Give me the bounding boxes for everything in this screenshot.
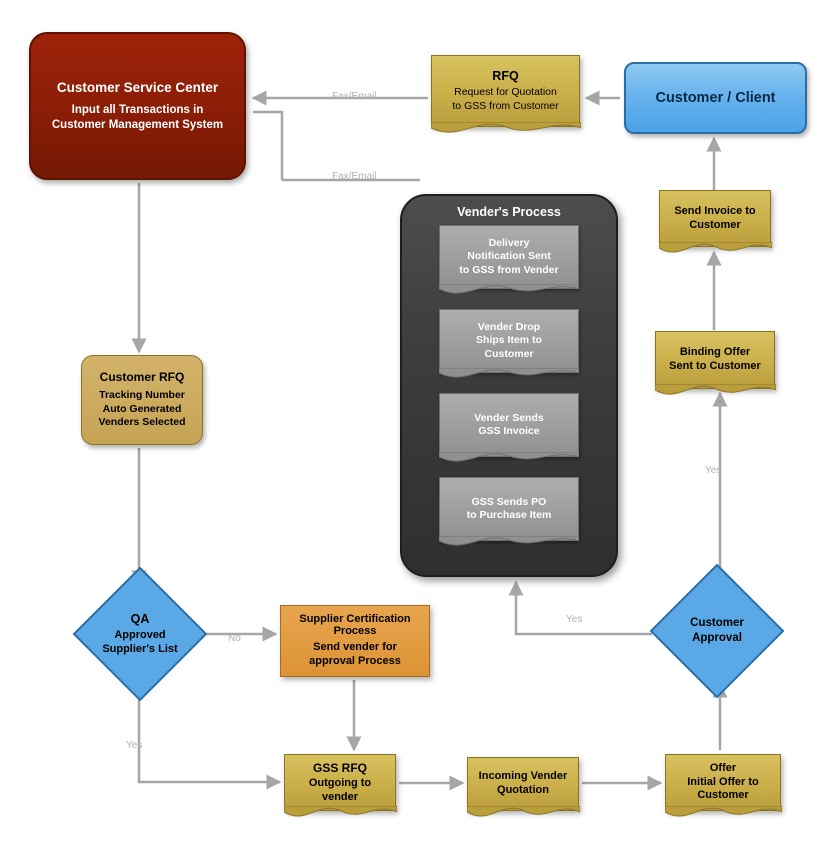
node-rfq[interactable]: RFQ Request for Quotation to GSS from Cu… <box>430 55 581 133</box>
node-body: Input all Transactions in Customer Manag… <box>51 103 224 131</box>
node-supplier-certification[interactable]: Supplier Certification Process Send vend… <box>280 605 430 677</box>
edge-label-qa-yes: Yes <box>126 740 143 751</box>
customer-approval-diamond-shape <box>649 563 785 699</box>
node-customer-rfq[interactable]: Customer RFQ Tracking Number Auto Genera… <box>81 355 203 445</box>
node-body: Send vender for approval Process <box>309 641 401 667</box>
node-customer-service-center[interactable]: Customer Service Center Input all Transa… <box>29 32 246 180</box>
node-send-invoice[interactable]: Send Invoice to Customer <box>658 190 772 253</box>
document-wave-icon <box>439 452 579 462</box>
node-title: RFQ <box>492 69 519 84</box>
vendor-step[interactable]: Vender Sends GSS Invoice <box>439 393 579 462</box>
edge-approval-yes-to-vendor <box>508 580 652 636</box>
node-customer-client[interactable]: Customer / Client <box>624 62 807 134</box>
document-wave-icon <box>439 536 579 546</box>
edge-qa-yes-to-gss-rfq <box>137 684 282 790</box>
node-binding-offer[interactable]: Binding Offer Sent to Customer <box>654 331 776 395</box>
vendor-step-label: Vender Sends GSS Invoice <box>474 411 544 437</box>
edge-label-fax-email-bottom: Fax/Email <box>332 171 377 182</box>
node-title: Supplier Certification Process <box>299 613 411 638</box>
document-wave-icon <box>664 806 782 817</box>
edge-label-approval-yes-up: Yes <box>705 465 722 476</box>
document-wave-icon <box>439 368 579 378</box>
document-wave-icon <box>283 806 397 817</box>
node-vendor-process-group[interactable]: Vender's Process Delivery Notification S… <box>400 194 618 577</box>
edge-label-qa-no: No <box>228 633 241 644</box>
flowchart-canvas: Fax/Email Fax/Email No Yes Yes Yes Custo… <box>0 0 840 843</box>
vendor-step[interactable]: GSS Sends PO to Purchase Item <box>439 477 579 546</box>
vendor-step[interactable]: Vender Drop Ships Item to Customer <box>439 309 579 378</box>
node-gss-rfq[interactable]: GSS RFQ Outgoing to vender <box>283 754 397 817</box>
node-body: Tracking Number Auto Generated Venders S… <box>98 389 186 429</box>
node-offer-initial[interactable]: Offer Initial Offer to Customer <box>664 754 782 817</box>
document-wave-icon <box>658 242 772 253</box>
document-wave-icon <box>466 806 580 817</box>
vendor-step-label: Vender Drop Ships Item to Customer <box>476 321 542 360</box>
vendor-step[interactable]: Delivery Notification Sent to GSS from V… <box>439 225 579 294</box>
vendor-step-label: GSS Sends PO to Purchase Item <box>466 495 552 521</box>
document-wave-icon <box>654 384 776 395</box>
node-title: Customer RFQ <box>99 370 185 385</box>
document-wave-icon <box>439 284 579 294</box>
node-incoming-vender-quotation[interactable]: Incoming Vender Quotation <box>466 757 580 817</box>
node-body: Binding Offer Sent to Customer <box>669 346 761 372</box>
node-title: Customer / Client <box>655 90 776 106</box>
node-body: Send Invoice to Customer <box>674 204 756 231</box>
edge-label-approval-yes-left: Yes <box>566 614 583 625</box>
edge-label-fax-email-top: Fax/Email <box>332 91 377 102</box>
edge-fax-email-lower <box>253 110 284 180</box>
node-title: Customer Service Center <box>56 79 219 95</box>
node-title: GSS RFQ <box>312 760 367 775</box>
document-wave-icon <box>430 122 581 133</box>
group-title: Vender's Process <box>457 205 561 219</box>
node-body: Request for Quotation to GSS from Custom… <box>452 86 559 112</box>
vendor-step-label: Delivery Notification Sent to GSS from V… <box>459 237 559 276</box>
node-body: Outgoing to vender <box>308 776 372 803</box>
qa-diamond-shape <box>72 566 208 702</box>
node-body: Incoming Vender Quotation <box>478 770 568 796</box>
node-body: Offer Initial Offer to Customer <box>687 761 759 802</box>
